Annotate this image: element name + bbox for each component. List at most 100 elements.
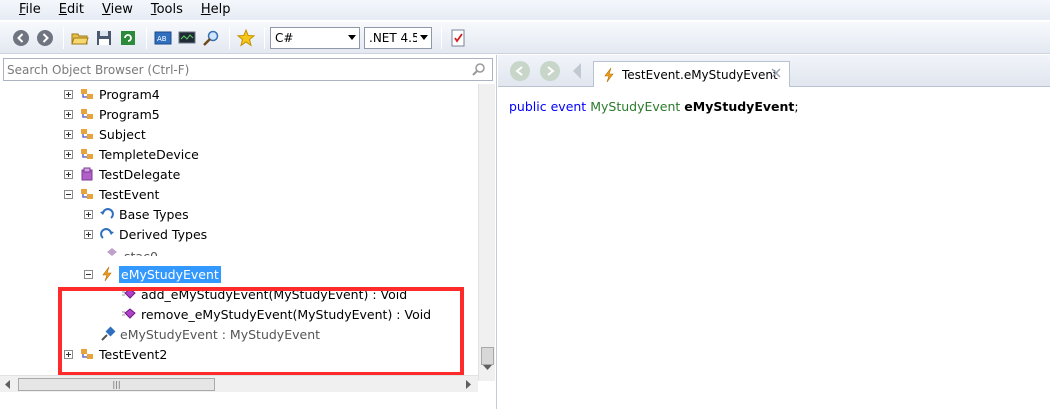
expand-icon[interactable] (64, 129, 73, 139)
star-icon (237, 28, 255, 47)
tree-item-templetedevice[interactable]: TempleteDevice (64, 144, 199, 164)
tab-title: TestEvent.eMyStudyEvent (622, 67, 778, 82)
language-select[interactable]: C# (270, 26, 360, 49)
horizontal-scroll-thumb[interactable]: ||| (18, 378, 215, 391)
expand-icon[interactable] (84, 209, 93, 219)
tree-item-label: eMyStudyEvent (119, 265, 221, 283)
code-member-name: eMyStudyEvent (684, 99, 795, 114)
highlight-box (58, 287, 464, 376)
forward-button[interactable] (34, 27, 56, 49)
search-icon[interactable] (472, 62, 486, 76)
tab-bar: TestEvent.eMyStudyEvent (498, 55, 1050, 87)
object-tree: Program4 Program5 Subject TempleteDevice… (0, 84, 477, 381)
framework-select[interactable]: .NET 4.5 (364, 26, 432, 49)
class-icon (79, 146, 95, 162)
tree-item-program4[interactable]: Program4 (64, 84, 160, 104)
derived-types-icon (99, 226, 115, 242)
scroll-down-icon[interactable] (483, 365, 492, 371)
expand-icon[interactable] (64, 89, 73, 99)
svg-text:AB: AB (157, 35, 167, 43)
nav-back-button[interactable] (510, 61, 530, 81)
checklist-icon (451, 29, 465, 46)
reference-icon: AB (154, 31, 172, 44)
tree-item-stac0[interactable]: stac0 (104, 244, 158, 256)
expand-icon[interactable] (64, 149, 73, 159)
scroll-right-icon[interactable] (466, 380, 472, 389)
base-types-icon (99, 206, 115, 222)
code-semicolon: ; (794, 99, 799, 114)
collapse-icon[interactable] (84, 269, 93, 279)
toolbar-separator (264, 26, 265, 49)
forward-icon (547, 66, 555, 76)
language-value: C# (275, 30, 294, 45)
add-reference-button[interactable]: AB (152, 27, 174, 49)
find-symbol-button[interactable] (200, 27, 222, 49)
open-folder-icon (71, 33, 89, 44)
view-members-button[interactable] (176, 27, 198, 49)
class-icon (79, 106, 95, 122)
tree-item-testdelegate[interactable]: TestDelegate (64, 164, 180, 184)
horizontal-scrollbar[interactable]: ||| (0, 375, 478, 392)
nav-forward-button[interactable] (540, 61, 560, 81)
toolbar-separator (146, 26, 147, 49)
menu-view[interactable]: View (93, 0, 142, 20)
chevron-down-icon (417, 27, 431, 48)
tree-item-label: TestEvent (99, 186, 160, 202)
back-icon (13, 29, 29, 46)
code-type-link[interactable]: MyStudyEvent (590, 99, 680, 114)
toolbar-separator (441, 26, 442, 49)
tab-scroll-left-icon[interactable] (573, 63, 581, 79)
menu-help[interactable]: Help (192, 0, 240, 20)
tree-item-label: TempleteDevice (99, 146, 199, 162)
toolbar-separator (229, 26, 230, 49)
favorites-button[interactable] (235, 27, 257, 49)
tree-item-label: Derived Types (119, 226, 208, 242)
scroll-left-icon[interactable] (5, 380, 11, 389)
tree-item-emystudyevent[interactable]: eMyStudyEvent (84, 264, 221, 284)
save-button[interactable] (93, 27, 115, 49)
tree-item-label: stac0 (124, 249, 158, 256)
back-button[interactable] (10, 27, 32, 49)
framework-value: .NET 4.5 (369, 30, 420, 45)
browse-button[interactable] (69, 27, 91, 49)
search-input[interactable] (4, 59, 464, 80)
delegate-icon (79, 166, 95, 182)
vertical-scrollbar[interactable] (478, 84, 495, 381)
code-definition-pane: TestEvent.eMyStudyEvent public event MyS… (498, 55, 1050, 409)
tree-item-subject[interactable]: Subject (64, 124, 146, 144)
expand-icon[interactable] (84, 229, 93, 239)
class-icon (79, 186, 95, 202)
magnifier-icon (203, 30, 219, 46)
code-keyword: public (509, 99, 547, 114)
monitor-icon (178, 31, 196, 43)
settings-button[interactable] (447, 27, 469, 49)
event-icon (604, 67, 614, 82)
tree-item-base-types[interactable]: Base Types (84, 204, 189, 224)
tree-item-label: Subject (99, 126, 146, 142)
refresh-button[interactable] (117, 27, 139, 49)
tree-item-derived-types[interactable]: Derived Types (84, 224, 207, 244)
tree-item-testevent[interactable]: TestEvent (64, 184, 159, 204)
close-icon[interactable] (771, 68, 781, 78)
tab-testevent-emystudyevent[interactable]: TestEvent.eMyStudyEvent (593, 61, 790, 87)
object-browser-pane: Program4 Program5 Subject TempleteDevice… (0, 55, 497, 409)
menu-file[interactable]: File (10, 0, 50, 20)
chevron-down-icon (345, 28, 359, 48)
code-keyword: event (550, 99, 587, 114)
tree-item-label: Base Types (119, 206, 189, 222)
class-icon (79, 126, 95, 142)
vertical-scroll-thumb[interactable] (481, 347, 494, 365)
expand-icon[interactable] (64, 169, 73, 179)
expand-icon[interactable] (64, 109, 73, 119)
event-icon (99, 266, 115, 282)
toolbar: AB C# .NET 4.5 (0, 22, 1050, 54)
tree-item-label: TestDelegate (99, 166, 181, 182)
menu-bar: File Edit View Tools Help (0, 0, 1050, 20)
menu-tools[interactable]: Tools (142, 0, 192, 20)
tree-item-program5[interactable]: Program5 (64, 104, 160, 124)
class-icon (79, 86, 95, 102)
menu-edit[interactable]: Edit (50, 0, 93, 20)
collapse-icon[interactable] (64, 189, 73, 199)
toolbar-separator (63, 26, 64, 49)
tree-item-label: Program5 (99, 106, 160, 122)
